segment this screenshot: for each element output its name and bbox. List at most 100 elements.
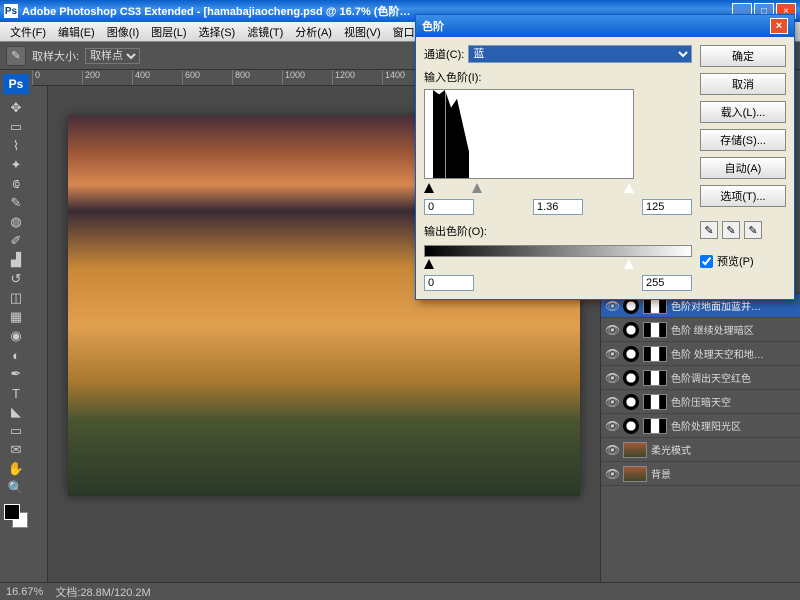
layer-name: 色阶 继续处理暗区 bbox=[671, 322, 796, 337]
options-button[interactable]: 选项(T)... bbox=[700, 185, 786, 207]
eyedropper-black-icon[interactable]: ✎ bbox=[700, 221, 718, 239]
adjustment-icon bbox=[623, 418, 639, 434]
ruler-vertical bbox=[32, 86, 48, 600]
path-tool[interactable]: ◣ bbox=[4, 403, 28, 421]
layer-row[interactable]: 👁色阶调出天空红色 bbox=[601, 366, 800, 390]
auto-button[interactable]: 自动(A) bbox=[700, 157, 786, 179]
input-levels-label: 输入色阶(I): bbox=[424, 72, 481, 84]
menu-select[interactable]: 选择(S) bbox=[193, 22, 242, 42]
eyedropper-gray-icon[interactable]: ✎ bbox=[722, 221, 740, 239]
dodge-tool[interactable]: ◐ bbox=[4, 346, 28, 364]
layer-name: 柔光模式 bbox=[651, 442, 796, 457]
heal-tool[interactable]: ◍ bbox=[4, 213, 28, 231]
adjustment-icon bbox=[623, 394, 639, 410]
menu-filter[interactable]: 滤镜(T) bbox=[241, 22, 289, 42]
menu-file[interactable]: 文件(F) bbox=[4, 22, 52, 42]
menu-edit[interactable]: 编辑(E) bbox=[52, 22, 101, 42]
layer-row[interactable]: 👁 色阶处理阳光区 bbox=[601, 414, 800, 438]
wand-tool[interactable]: ✦ bbox=[4, 156, 28, 174]
input-sliders[interactable] bbox=[424, 183, 692, 195]
brush-tool[interactable]: ✐ bbox=[4, 232, 28, 250]
layer-thumb bbox=[623, 442, 647, 458]
visibility-icon[interactable]: 👁 bbox=[605, 347, 619, 361]
visibility-icon[interactable]: 👁 bbox=[605, 419, 619, 433]
fg-color[interactable] bbox=[4, 504, 20, 520]
input-white[interactable] bbox=[642, 199, 692, 215]
tool-preset-icon[interactable]: ✎ bbox=[6, 46, 26, 66]
menu-layer[interactable]: 图层(L) bbox=[145, 22, 192, 42]
mask-thumb bbox=[643, 322, 667, 338]
color-swatch[interactable] bbox=[4, 504, 28, 528]
status-doc: 文档:28.8M/120.2M bbox=[55, 584, 150, 600]
type-tool[interactable]: T bbox=[4, 384, 28, 402]
shape-tool[interactable]: ▭ bbox=[4, 422, 28, 440]
eyedropper-white-icon[interactable]: ✎ bbox=[744, 221, 762, 239]
output-white[interactable] bbox=[642, 275, 692, 291]
adjustment-icon bbox=[623, 346, 639, 362]
toolbox: Ps ✥ ▭ ⌇ ✦ ⟃ ✎ ◍ ✐ ▟ ↺ ◫ ▦ ◉ ◐ ✒ T ◣ ▭ ✉… bbox=[0, 70, 32, 600]
visibility-icon[interactable]: 👁 bbox=[605, 299, 619, 313]
pen-tool[interactable]: ✒ bbox=[4, 365, 28, 383]
mask-thumb bbox=[643, 394, 667, 410]
history-brush-tool[interactable]: ↺ bbox=[4, 270, 28, 288]
layer-name: 色阶 处理天空和地… bbox=[671, 346, 796, 361]
input-gamma[interactable] bbox=[533, 199, 583, 215]
gamma-slider[interactable] bbox=[472, 183, 482, 193]
menu-view[interactable]: 视图(V) bbox=[338, 22, 387, 42]
output-gradient[interactable] bbox=[424, 245, 692, 257]
menu-image[interactable]: 图像(I) bbox=[101, 22, 145, 42]
ps-app-icon: Ps bbox=[4, 4, 18, 18]
output-black[interactable] bbox=[424, 275, 474, 291]
stamp-tool[interactable]: ▟ bbox=[4, 251, 28, 269]
out-white-slider[interactable] bbox=[624, 259, 634, 269]
eyedropper-tool[interactable]: ✎ bbox=[4, 194, 28, 212]
channel-label: 通道(C): bbox=[424, 46, 464, 62]
zoom-tool[interactable]: 🔍 bbox=[4, 479, 28, 497]
visibility-icon[interactable]: 👁 bbox=[605, 371, 619, 385]
cancel-button[interactable]: 取消 bbox=[700, 73, 786, 95]
adjustment-icon bbox=[623, 322, 639, 338]
visibility-icon[interactable]: 👁 bbox=[605, 395, 619, 409]
hand-tool[interactable]: ✋ bbox=[4, 460, 28, 478]
dialog-title: 色阶 bbox=[422, 18, 444, 34]
ok-button[interactable]: 确定 bbox=[700, 45, 786, 67]
marquee-tool[interactable]: ▭ bbox=[4, 118, 28, 136]
layer-row[interactable]: 👁 背景 bbox=[601, 462, 800, 486]
menu-analysis[interactable]: 分析(A) bbox=[289, 22, 338, 42]
layer-name: 色阶压暗天空 bbox=[671, 394, 796, 409]
histogram bbox=[424, 89, 634, 179]
blur-tool[interactable]: ◉ bbox=[4, 327, 28, 345]
visibility-icon[interactable]: 👁 bbox=[605, 443, 619, 457]
layer-row[interactable]: 👁 色阶 处理天空和地… bbox=[601, 342, 800, 366]
move-tool[interactable]: ✥ bbox=[4, 99, 28, 117]
sample-size-select[interactable]: 取样点 bbox=[85, 48, 140, 64]
preview-checkbox[interactable] bbox=[700, 255, 713, 268]
visibility-icon[interactable]: 👁 bbox=[605, 323, 619, 337]
crop-tool[interactable]: ⟃ bbox=[4, 175, 28, 193]
visibility-icon[interactable]: 👁 bbox=[605, 467, 619, 481]
layer-name: 色阶处理阳光区 bbox=[671, 418, 796, 433]
out-black-slider[interactable] bbox=[424, 259, 434, 269]
levels-dialog: 色阶 × 通道(C): 蓝 输入色阶(I): 输出色阶(O): bbox=[415, 14, 795, 300]
notes-tool[interactable]: ✉ bbox=[4, 441, 28, 459]
lasso-tool[interactable]: ⌇ bbox=[4, 137, 28, 155]
layer-row[interactable]: 👁 柔光模式 bbox=[601, 438, 800, 462]
input-black[interactable] bbox=[424, 199, 474, 215]
load-button[interactable]: 载入(L)... bbox=[700, 101, 786, 123]
mask-thumb bbox=[643, 370, 667, 386]
eraser-tool[interactable]: ◫ bbox=[4, 289, 28, 307]
layer-name: 背景 bbox=[651, 466, 796, 481]
ps-logo-icon: Ps bbox=[3, 74, 29, 94]
gradient-tool[interactable]: ▦ bbox=[4, 308, 28, 326]
layer-row[interactable]: 👁 色阶压暗天空 bbox=[601, 390, 800, 414]
dialog-close-button[interactable]: × bbox=[770, 18, 788, 34]
preview-label: 预览(P) bbox=[717, 253, 754, 269]
channel-select[interactable]: 蓝 bbox=[468, 45, 692, 63]
save-button[interactable]: 存储(S)... bbox=[700, 129, 786, 151]
status-zoom: 16.67% bbox=[6, 586, 43, 598]
layers-panel: 👁新空白图层黑画笔压过亮的…👁色阶对地面加蓝并…👁色阶 继续处理暗区👁色阶 处理… bbox=[601, 270, 800, 600]
white-point-slider[interactable] bbox=[624, 183, 634, 193]
output-levels-label: 输出色阶(O): bbox=[424, 223, 692, 239]
black-point-slider[interactable] bbox=[424, 183, 434, 193]
layer-row[interactable]: 👁 色阶 继续处理暗区 bbox=[601, 318, 800, 342]
